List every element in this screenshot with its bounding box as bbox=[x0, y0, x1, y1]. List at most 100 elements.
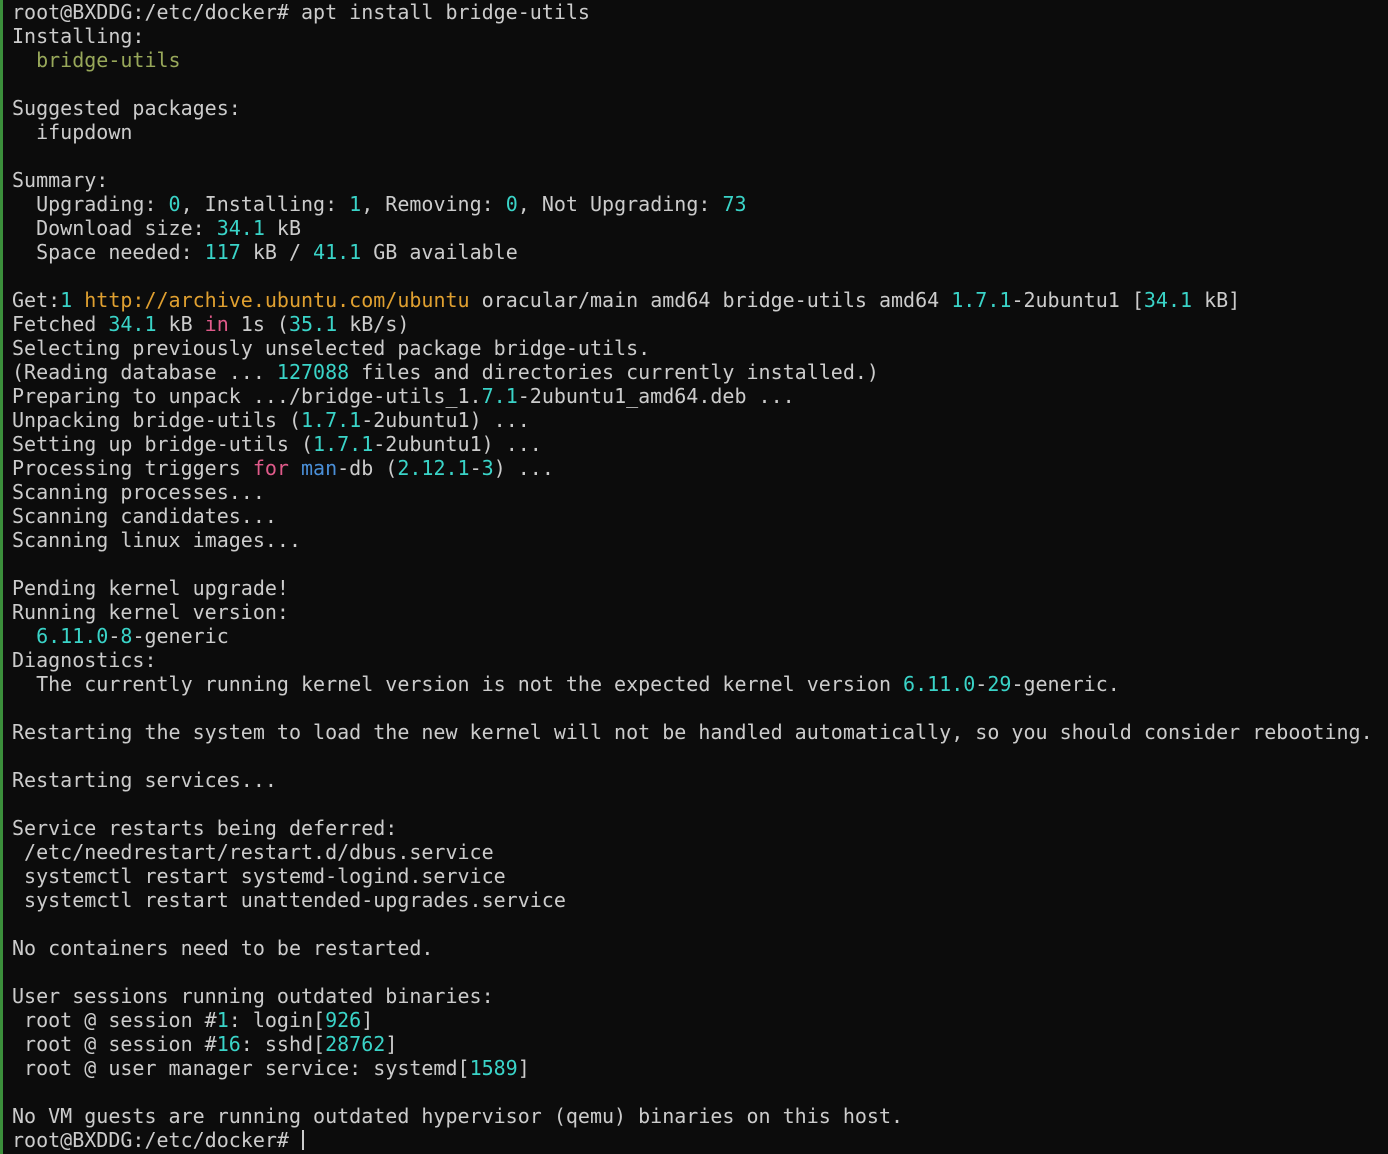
terminal-window[interactable]: root@BXDDG:/etc/docker# apt install brid… bbox=[0, 0, 1388, 1154]
text-segment: Diagnostics: bbox=[12, 648, 157, 672]
text-number: 3 bbox=[481, 456, 494, 480]
terminal-line: No containers need to be restarted. bbox=[12, 936, 1388, 960]
text-segment: -2ubuntu1_amd64.deb ... bbox=[517, 384, 795, 408]
text-segment: root@BXDDG:/etc/docker# bbox=[12, 1128, 301, 1152]
text-segment: ] bbox=[517, 1056, 530, 1080]
text-segment: The currently running kernel version is … bbox=[12, 672, 904, 696]
text-number: 6.11.0 bbox=[36, 624, 109, 648]
text-segment: Scanning candidates... bbox=[12, 504, 277, 528]
text-number: 1.7.1 bbox=[313, 432, 374, 456]
terminal-line: root @ session #16: sshd[28762] bbox=[12, 1032, 1388, 1056]
terminal-line: Restarting the system to load the new ke… bbox=[12, 720, 1388, 744]
text-number: 1589 bbox=[469, 1056, 518, 1080]
text-segment bbox=[12, 624, 36, 648]
text-segment: Scanning linux images... bbox=[12, 528, 301, 552]
text-number: 1 bbox=[216, 1008, 229, 1032]
terminal-line: Download size: 34.1 kB bbox=[12, 216, 1388, 240]
text-segment: systemctl restart unattended-upgrades.se… bbox=[12, 888, 566, 912]
text-number: 7.1 bbox=[481, 384, 518, 408]
text-segment: Download size: bbox=[12, 216, 217, 240]
terminal-line: Summary: bbox=[12, 168, 1388, 192]
text-segment: User sessions running outdated binaries: bbox=[12, 984, 494, 1008]
terminal-line: Scanning candidates... bbox=[12, 504, 1388, 528]
terminal-line: /etc/needrestart/restart.d/dbus.service bbox=[12, 840, 1388, 864]
text-number: 29 bbox=[987, 672, 1012, 696]
text-segment: , Removing: bbox=[361, 192, 506, 216]
text-segment: Get: bbox=[12, 288, 61, 312]
text-number: 34.1 bbox=[216, 216, 265, 240]
terminal-line: systemctl restart unattended-upgrades.se… bbox=[12, 888, 1388, 912]
terminal-line: Diagnostics: bbox=[12, 648, 1388, 672]
text-segment: No VM guests are running outdated hyperv… bbox=[12, 1104, 904, 1128]
text-url: http://archive.ubuntu.com/ubuntu bbox=[84, 288, 470, 312]
terminal-line: Service restarts being deferred: bbox=[12, 816, 1388, 840]
text-segment bbox=[12, 48, 36, 72]
text-segment: -db ( bbox=[337, 456, 398, 480]
text-segment: , Not Upgrading: bbox=[517, 192, 723, 216]
text-segment: kB / bbox=[240, 240, 314, 264]
text-segment: Setting up bridge-utils ( bbox=[12, 432, 314, 456]
text-number: 35.1 bbox=[288, 312, 338, 336]
window-left-edge bbox=[0, 0, 3, 1154]
terminal-line: Fetched 34.1 kB in 1s (35.1 kB/s) bbox=[12, 312, 1388, 336]
text-segment: root @ session # bbox=[12, 1008, 217, 1032]
text-keyword: in bbox=[204, 312, 229, 336]
terminal-line: Upgrading: 0, Installing: 1, Removing: 0… bbox=[12, 192, 1388, 216]
text-number: 1 bbox=[60, 288, 73, 312]
text-segment: kB/s) bbox=[337, 312, 410, 336]
text-segment: root @ user manager service: systemd[ bbox=[12, 1056, 470, 1080]
terminal-output: root@BXDDG:/etc/docker# apt install brid… bbox=[12, 0, 1388, 1152]
terminal-line: Space needed: 117 kB / 41.1 GB available bbox=[12, 240, 1388, 264]
text-segment: Summary: bbox=[12, 168, 109, 192]
text-segment: Unpacking bridge-utils ( bbox=[12, 408, 301, 432]
terminal-line: Preparing to unpack .../bridge-utils_1.7… bbox=[12, 384, 1388, 408]
terminal-line: No VM guests are running outdated hyperv… bbox=[12, 1104, 1388, 1128]
terminal-line: root@BXDDG:/etc/docker# apt install brid… bbox=[12, 0, 1388, 24]
text-segment: ] bbox=[361, 1008, 374, 1032]
text-package: bridge-utils bbox=[36, 48, 181, 72]
text-segment: systemctl restart systemd-logind.service bbox=[12, 864, 506, 888]
terminal-line: systemctl restart systemd-logind.service bbox=[12, 864, 1388, 888]
text-segment: kB bbox=[264, 216, 301, 240]
text-number: 926 bbox=[325, 1008, 362, 1032]
text-keyword: for bbox=[252, 456, 289, 480]
text-segment: Suggested packages: bbox=[12, 96, 241, 120]
text-segment: Restarting services... bbox=[12, 768, 277, 792]
text-segment: -2ubuntu1) ... bbox=[373, 432, 542, 456]
text-number: 1 bbox=[349, 192, 362, 216]
text-segment: Service restarts being deferred: bbox=[12, 816, 398, 840]
text-segment bbox=[289, 456, 301, 480]
text-segment: - bbox=[469, 456, 482, 480]
text-segment: root@BXDDG:/etc/docker# apt install brid… bbox=[12, 0, 590, 24]
terminal-line: User sessions running outdated binaries: bbox=[12, 984, 1388, 1008]
text-number: 16 bbox=[216, 1032, 241, 1056]
text-number: 6.11.0 bbox=[903, 672, 976, 696]
text-segment: Fetched bbox=[12, 312, 109, 336]
terminal-line: Scanning processes... bbox=[12, 480, 1388, 504]
text-segment: Restarting the system to load the new ke… bbox=[12, 720, 1373, 744]
text-segment: 1s ( bbox=[228, 312, 289, 336]
text-segment: -generic bbox=[132, 624, 229, 648]
terminal-line: ifupdown bbox=[12, 120, 1388, 144]
text-segment: kB bbox=[156, 312, 205, 336]
text-segment: files and directories currently installe… bbox=[349, 360, 879, 384]
text-segment: Selecting previously unselected package … bbox=[12, 336, 651, 360]
text-segment: Scanning processes... bbox=[12, 480, 265, 504]
terminal-line: Setting up bridge-utils (1.7.1-2ubuntu1)… bbox=[12, 432, 1388, 456]
terminal-line: 6.11.0-8-generic bbox=[12, 624, 1388, 648]
terminal-line: root @ user manager service: systemd[158… bbox=[12, 1056, 1388, 1080]
text-number: 1.7.1 bbox=[951, 288, 1012, 312]
text-number: 73 bbox=[722, 192, 747, 216]
text-number: 2.12.1 bbox=[397, 456, 470, 480]
text-segment: (Reading database ... bbox=[12, 360, 277, 384]
text-number: 34.1 bbox=[1143, 288, 1193, 312]
terminal-line: Pending kernel upgrade! bbox=[12, 576, 1388, 600]
text-number: 1.7.1 bbox=[300, 408, 362, 432]
text-number: 0 bbox=[168, 192, 181, 216]
